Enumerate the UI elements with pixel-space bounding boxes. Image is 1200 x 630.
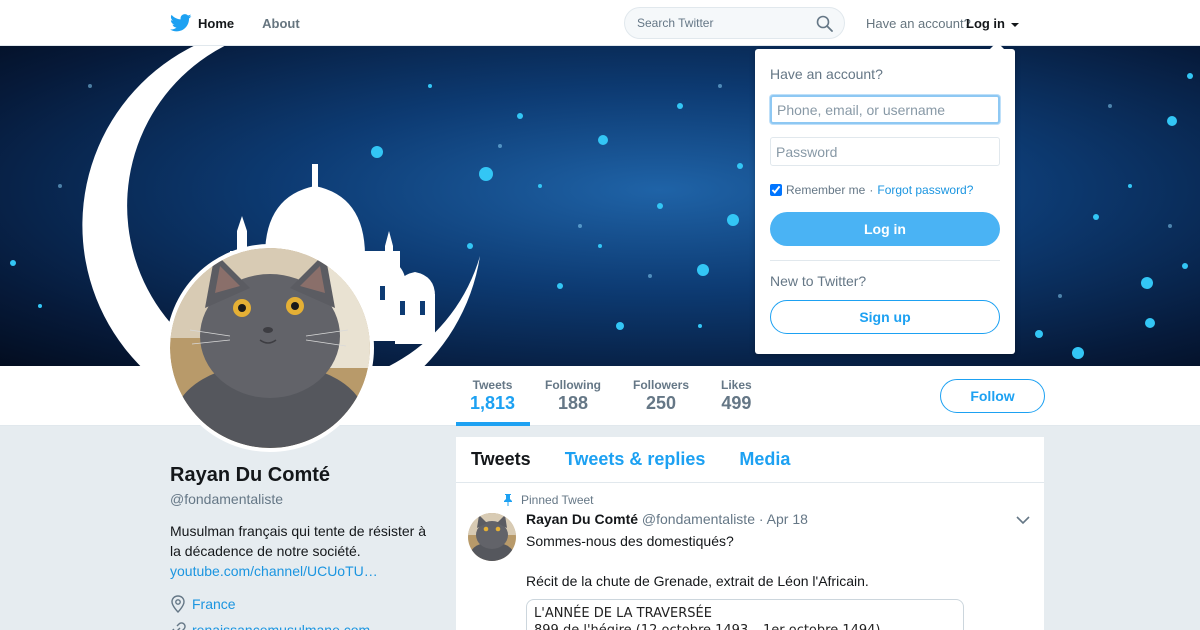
tweet-avatar[interactable] <box>468 513 516 561</box>
nav-left-group: Home About <box>170 0 328 46</box>
have-account-text: Have an account? <box>866 16 971 31</box>
stat-following-value: 188 <box>557 393 589 413</box>
cat-avatar-small <box>468 513 516 561</box>
username-field[interactable] <box>770 95 1000 124</box>
login-dropdown: Have an account? Remember me · Forgot pa… <box>755 42 1015 354</box>
active-stat-underline <box>456 422 530 426</box>
stat-tweets-label: Tweets <box>472 378 513 392</box>
dropdown-divider <box>770 260 1000 261</box>
tab-media[interactable]: Media <box>739 449 790 470</box>
search-box <box>624 7 845 39</box>
remember-me-checkbox[interactable] <box>770 184 782 196</box>
new-to-twitter-text: New to Twitter? <box>770 273 867 289</box>
stat-likes-value: 499 <box>721 393 752 413</box>
twitter-bird-icon <box>170 14 192 32</box>
dropdown-arrow <box>989 42 1005 50</box>
search-icon[interactable] <box>816 15 833 32</box>
profile-avatar[interactable] <box>166 244 374 452</box>
pin-icon <box>504 494 512 506</box>
tweet-author-handle[interactable]: @fondamentaliste <box>642 511 755 527</box>
stat-tweets[interactable]: Tweets 1,813 <box>470 378 515 414</box>
cat-avatar-image <box>170 248 370 448</box>
login-button[interactable]: Log in <box>770 212 1000 246</box>
nav-about[interactable]: About <box>262 16 300 31</box>
chevron-down-icon[interactable] <box>1016 515 1030 525</box>
remember-row: Remember me · Forgot password? <box>770 183 973 197</box>
profile-youtube-link[interactable]: youtube.com/channel/UCUoTU… <box>170 563 378 579</box>
profile-website-label: renaissancemusulmane.com <box>192 622 371 630</box>
pinned-tweet-context: Pinned Tweet <box>503 493 594 507</box>
profile-website[interactable]: renaissancemusulmane.com <box>170 622 370 630</box>
profile-name[interactable]: Rayan Du Comté <box>170 464 330 487</box>
forgot-password-link[interactable]: Forgot password? <box>877 183 973 197</box>
chevron-down-icon <box>1010 22 1019 27</box>
tweet-header: Rayan Du Comté @fondamentaliste · Apr 18 <box>526 511 808 527</box>
password-field[interactable] <box>770 137 1000 166</box>
profile-location-label: France <box>192 596 236 612</box>
tweet-media-line-1: L'ANNÉE DE LA TRAVERSÉE <box>534 606 712 621</box>
remember-separator: · <box>869 183 874 197</box>
tweet-date[interactable]: · Apr 18 <box>759 511 808 527</box>
location-pin-icon <box>171 595 185 613</box>
login-dropdown-toggle[interactable]: Log in <box>966 16 1019 31</box>
link-icon <box>172 622 186 630</box>
pinned-tweet-label: Pinned Tweet <box>521 493 594 507</box>
nav-home[interactable]: Home <box>170 14 234 32</box>
timeline: Tweets Tweets & replies Media Pinned Twe… <box>456 437 1044 630</box>
tab-tweets-replies[interactable]: Tweets & replies <box>565 449 706 470</box>
tab-tweets[interactable]: Tweets <box>471 449 531 470</box>
stat-followers[interactable]: Followers 250 <box>633 378 689 414</box>
stat-following-label: Following <box>545 378 601 392</box>
timeline-tabs: Tweets Tweets & replies Media <box>456 437 1044 483</box>
nav-about-label: About <box>262 15 300 31</box>
follow-button[interactable]: Follow <box>940 379 1045 413</box>
stat-tweets-value: 1,813 <box>470 393 516 413</box>
stat-followers-label: Followers <box>633 378 690 392</box>
tweet-text: Sommes-nous des domestiqués? Récit de la… <box>526 531 1006 591</box>
stat-followers-value: 250 <box>645 393 677 413</box>
stat-likes-label: Likes <box>721 378 752 392</box>
stat-following[interactable]: Following 188 <box>545 378 601 414</box>
stat-likes[interactable]: Likes 499 <box>721 378 752 414</box>
profile-bio: Musulman français qui tente de résister … <box>170 523 427 559</box>
tweet-text-line-1: Sommes-nous des domestiqués? <box>526 533 734 549</box>
tweet-media-line-2: 899 de l'hégire (12 octobre 1493 – 1er o… <box>534 622 956 630</box>
tweet-author-name[interactable]: Rayan Du Comté <box>526 511 638 527</box>
search-input[interactable] <box>637 16 807 30</box>
profile-location[interactable]: France <box>170 595 236 613</box>
nav-home-label: Home <box>198 15 235 31</box>
remember-me-label: Remember me <box>786 183 866 197</box>
tweet-text-line-2: Récit de la chute de Grenade, extrait de… <box>526 573 869 589</box>
signup-button[interactable]: Sign up <box>770 300 1000 334</box>
dropdown-title: Have an account? <box>770 66 883 82</box>
login-link-label: Log in <box>966 16 1005 31</box>
top-navigation-bar: Home About Have an account? Log in <box>0 0 1200 46</box>
profile-handle[interactable]: @fondamentaliste <box>170 491 283 507</box>
tweet-media-card[interactable]: L'ANNÉE DE LA TRAVERSÉE 899 de l'hégire … <box>526 599 964 630</box>
